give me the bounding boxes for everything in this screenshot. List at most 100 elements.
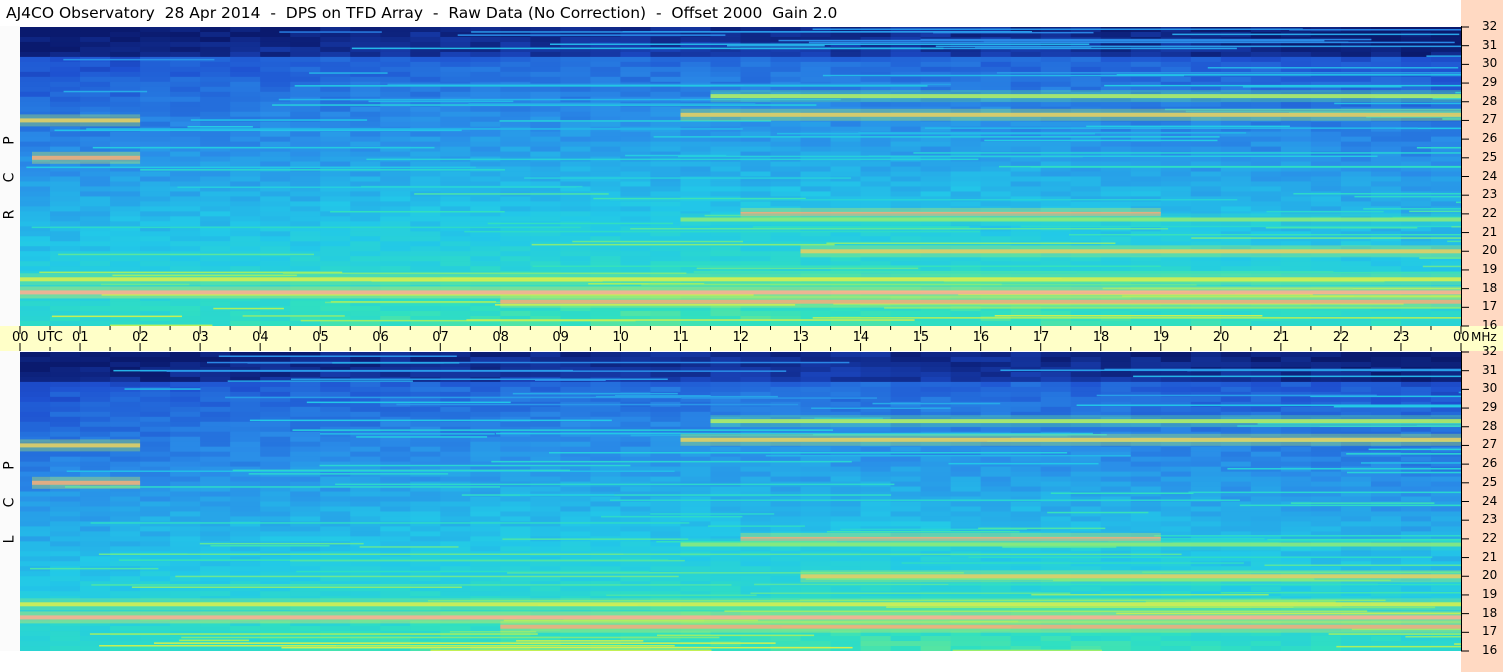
heatmap-cell — [680, 471, 712, 478]
heatmap-cell — [1010, 406, 1042, 413]
heatmap-cell — [170, 306, 201, 312]
heatmap-cell — [110, 376, 141, 383]
heatmap-cell — [260, 461, 291, 468]
heatmap-cell — [110, 352, 141, 358]
heatmap-cell — [200, 311, 231, 317]
heatmap-cell — [50, 501, 81, 508]
heatmap-cell — [170, 391, 201, 398]
heatmap-cell — [320, 196, 351, 203]
heatmap-cell — [380, 221, 411, 227]
texture-streak — [368, 100, 514, 103]
heatmap-cell — [380, 196, 411, 203]
heatmap-cell — [140, 27, 171, 33]
texture-streak — [531, 243, 835, 246]
heatmap-cell — [710, 181, 742, 188]
heatmap-cell — [680, 141, 712, 148]
heatmap-cell — [50, 31, 81, 38]
heatmap-cell — [20, 371, 51, 378]
heatmap-cell — [290, 456, 321, 463]
heatmap-cell — [110, 411, 141, 418]
heatmap-cell — [440, 256, 471, 262]
heatmap-cell — [1160, 516, 1192, 523]
heatmap-cell — [1070, 81, 1102, 88]
texture-streak — [464, 230, 980, 233]
heatmap-cell — [620, 436, 652, 443]
heatmap-cell — [680, 206, 712, 212]
heatmap-cell — [770, 486, 802, 493]
heatmap-cell — [50, 541, 81, 547]
heatmap-cell — [110, 396, 141, 403]
heatmap-cell — [800, 511, 832, 518]
heatmap-cell — [290, 66, 321, 73]
heatmap-cell — [350, 241, 381, 247]
heatmap-cell — [350, 51, 381, 58]
heatmap-cell — [590, 471, 622, 478]
heatmap-cell — [860, 386, 892, 393]
heatmap-cell — [230, 86, 261, 93]
heatmap-cell — [1190, 206, 1222, 212]
heatmap-cell — [500, 66, 531, 73]
heatmap-cell — [500, 261, 531, 267]
heatmap-cell — [320, 496, 351, 503]
heatmap-cell — [680, 531, 712, 537]
heatmap-cell — [590, 311, 622, 317]
heatmap-cell — [170, 411, 201, 418]
heatmap-cell — [530, 411, 561, 418]
heatmap-cell — [530, 76, 561, 83]
heatmap-cell — [1160, 486, 1192, 493]
heatmap-cell — [230, 176, 261, 183]
heatmap-cell — [710, 461, 742, 468]
heatmap-cell — [110, 261, 141, 267]
heatmap-cell — [530, 61, 561, 68]
heatmap-cell — [1040, 501, 1072, 508]
heatmap-cell — [350, 516, 381, 523]
heatmap-cell — [230, 191, 261, 198]
heatmap-cell — [380, 176, 411, 183]
heatmap-cell — [140, 381, 171, 388]
heatmap-cell — [920, 161, 952, 168]
heatmap-cell — [200, 261, 231, 267]
heatmap-cell — [920, 66, 952, 73]
heatmap-cell — [1130, 466, 1162, 473]
heatmap-cell — [650, 506, 682, 513]
heatmap-cell — [290, 131, 321, 138]
heatmap-cell — [230, 151, 261, 158]
heatmap-cell — [650, 191, 682, 198]
heatmap-cell — [800, 141, 832, 148]
heatmap-cell — [860, 166, 892, 173]
heatmap-cell — [320, 66, 351, 73]
heatmap-cell — [1250, 46, 1282, 53]
heatmap-cell — [200, 491, 231, 498]
heatmap-cell — [1310, 381, 1342, 388]
heatmap-cell — [140, 356, 171, 363]
heatmap-cell — [170, 91, 201, 98]
heatmap-cell — [1220, 201, 1252, 207]
heatmap-cell — [260, 191, 291, 198]
heatmap-cell — [800, 526, 832, 532]
heatmap-cell — [950, 201, 982, 207]
heatmap-cell — [920, 471, 952, 478]
heatmap-cell — [1130, 396, 1162, 403]
heatmap-cell — [170, 356, 201, 363]
heatmap-cell — [170, 206, 201, 212]
heatmap-cell — [380, 36, 411, 43]
heatmap-cell — [1280, 101, 1312, 108]
heatmap-cell — [110, 41, 141, 48]
heatmap-cell — [260, 231, 291, 237]
heatmap-cell — [80, 526, 111, 532]
heatmap-cell — [320, 436, 351, 443]
heatmap-cell — [20, 46, 51, 53]
heatmap-cell — [410, 511, 441, 518]
heatmap-cell — [80, 376, 111, 383]
heatmap-cell — [320, 421, 351, 428]
heatmap-cell — [1040, 486, 1072, 493]
heatmap-cell — [1040, 401, 1072, 408]
heatmap-cell — [80, 496, 111, 503]
heatmap-cell — [290, 496, 321, 503]
heatmap-cell — [20, 506, 51, 513]
heatmap-cell — [1040, 386, 1072, 393]
heatmap-cell — [1280, 261, 1312, 267]
heatmap-cell — [920, 181, 952, 188]
heatmap-cell — [470, 106, 501, 113]
heatmap-cell — [230, 136, 261, 143]
